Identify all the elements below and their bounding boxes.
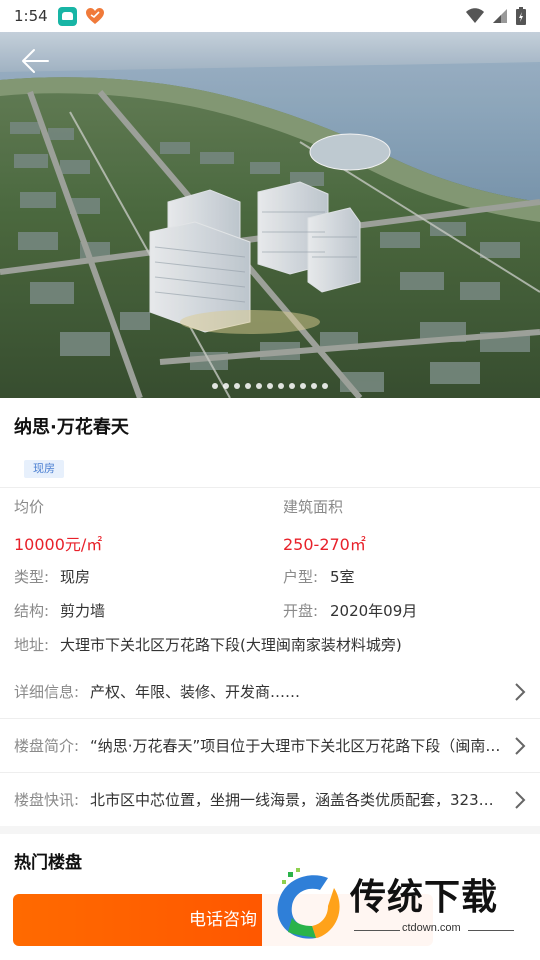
hero-image <box>0 32 540 398</box>
structure-value: 剪力墙 <box>60 602 106 620</box>
avg-price-label: 均价 <box>14 498 45 516</box>
chevron-right-icon <box>515 737 526 755</box>
carousel-dot[interactable] <box>278 383 284 389</box>
battery-icon <box>516 7 526 25</box>
type-value: 现房 <box>60 568 91 586</box>
row-value: “纳思·万花春天”项目位于大理市下关北区万花路下段（闽南家装材料城旁） <box>90 737 508 755</box>
heart-app-icon <box>85 8 104 24</box>
row-label: 楼盘快讯: <box>14 791 80 809</box>
address-value: 大理市下关北区万花路下段(大理闽南家装材料城旁) <box>60 636 402 654</box>
car-app-icon <box>57 6 77 26</box>
carousel-dot[interactable] <box>234 383 240 389</box>
building-name: 纳思·万花春天 <box>14 417 129 438</box>
carousel-dot[interactable] <box>245 383 251 389</box>
carousel-dot[interactable] <box>256 383 262 389</box>
carousel-dot[interactable] <box>267 383 273 389</box>
status-bar: 1:54 <box>0 0 540 32</box>
carousel-dot[interactable] <box>289 383 295 389</box>
carousel-dot[interactable] <box>223 383 229 389</box>
type-label: 类型: <box>14 568 50 586</box>
divider <box>0 487 540 488</box>
detail-info-row[interactable]: 详细信息: 产权、年限、装修、开发商…… <box>0 665 540 717</box>
section-divider <box>0 826 540 834</box>
carousel-dot[interactable] <box>322 383 328 389</box>
structure-label: 结构: <box>14 602 50 620</box>
status-time: 1:54 <box>14 7 48 25</box>
area-label: 建筑面积 <box>283 498 344 516</box>
row-label: 详细信息: <box>14 683 80 701</box>
intro-row[interactable]: 楼盘简介: “纳思·万花春天”项目位于大理市下关北区万花路下段（闽南家装材料城旁… <box>0 719 540 771</box>
layout-value: 5室 <box>330 568 355 586</box>
watermark-text: 传统下载 <box>350 877 499 918</box>
carousel-dot[interactable] <box>300 383 306 389</box>
watermark-logo-icon <box>277 868 340 939</box>
arrow-left-icon <box>22 49 49 73</box>
area-value: 250-270㎡ <box>283 535 366 554</box>
opening-label: 开盘: <box>283 602 319 620</box>
chevron-right-icon <box>515 683 526 701</box>
row-label: 楼盘简介: <box>14 737 80 755</box>
news-row[interactable]: 楼盘快讯: 北市区中芯位置，坐拥一线海景，涵盖各类优质配套，323席臻品住宅 <box>0 773 540 825</box>
row-value: 北市区中芯位置，坐拥一线海景，涵盖各类优质配套，323席臻品住宅 <box>90 791 508 809</box>
wifi-icon <box>466 8 484 23</box>
layout-label: 户型: <box>283 568 319 586</box>
back-button[interactable] <box>18 46 52 76</box>
row-value: 产权、年限、装修、开发商…… <box>90 683 301 701</box>
carousel-indicator[interactable] <box>0 383 540 389</box>
avg-price-value: 10000元/㎡ <box>14 535 103 554</box>
watermark-sub: ctdown.com <box>402 922 461 934</box>
carousel-dot[interactable] <box>212 383 218 389</box>
status-badge: 现房 <box>24 460 64 478</box>
watermark-line <box>354 930 400 931</box>
hot-section-title: 热门楼盘 <box>14 853 82 873</box>
aerial-rendering <box>0 32 540 398</box>
chevron-right-icon <box>515 791 526 809</box>
opening-value: 2020年09月 <box>330 602 418 620</box>
watermark: 传统下载 ctdown.com <box>262 858 540 960</box>
signal-icon <box>493 9 507 23</box>
watermark-line <box>468 930 514 931</box>
address-label: 地址: <box>14 636 50 654</box>
carousel-dot[interactable] <box>311 383 317 389</box>
